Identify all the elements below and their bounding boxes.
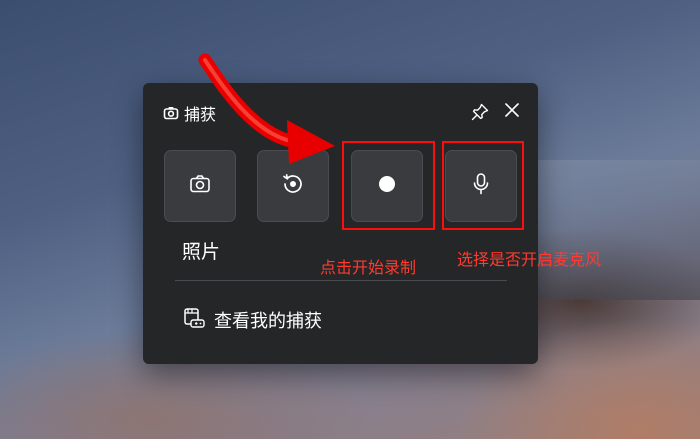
annotation-arrow bbox=[198, 53, 335, 164]
capture-mode-label: 照片 bbox=[182, 241, 221, 263]
divider bbox=[175, 280, 507, 281]
gallery-icon bbox=[183, 307, 205, 333]
see-my-captures-link[interactable]: 查看我的捕获 bbox=[183, 307, 322, 333]
camera-icon bbox=[163, 105, 179, 121]
record-last-icon bbox=[281, 172, 305, 200]
record-hint-text: 点击开始录制 bbox=[320, 258, 417, 277]
pin-icon[interactable] bbox=[470, 102, 490, 122]
record-highlight-box bbox=[342, 141, 435, 230]
see-my-captures-label: 查看我的捕获 bbox=[214, 311, 322, 332]
camera-icon bbox=[189, 173, 211, 199]
mic-highlight-box bbox=[442, 141, 524, 230]
close-icon[interactable] bbox=[503, 101, 521, 119]
mic-hint-text: 选择是否开启麦克风 bbox=[457, 250, 602, 269]
